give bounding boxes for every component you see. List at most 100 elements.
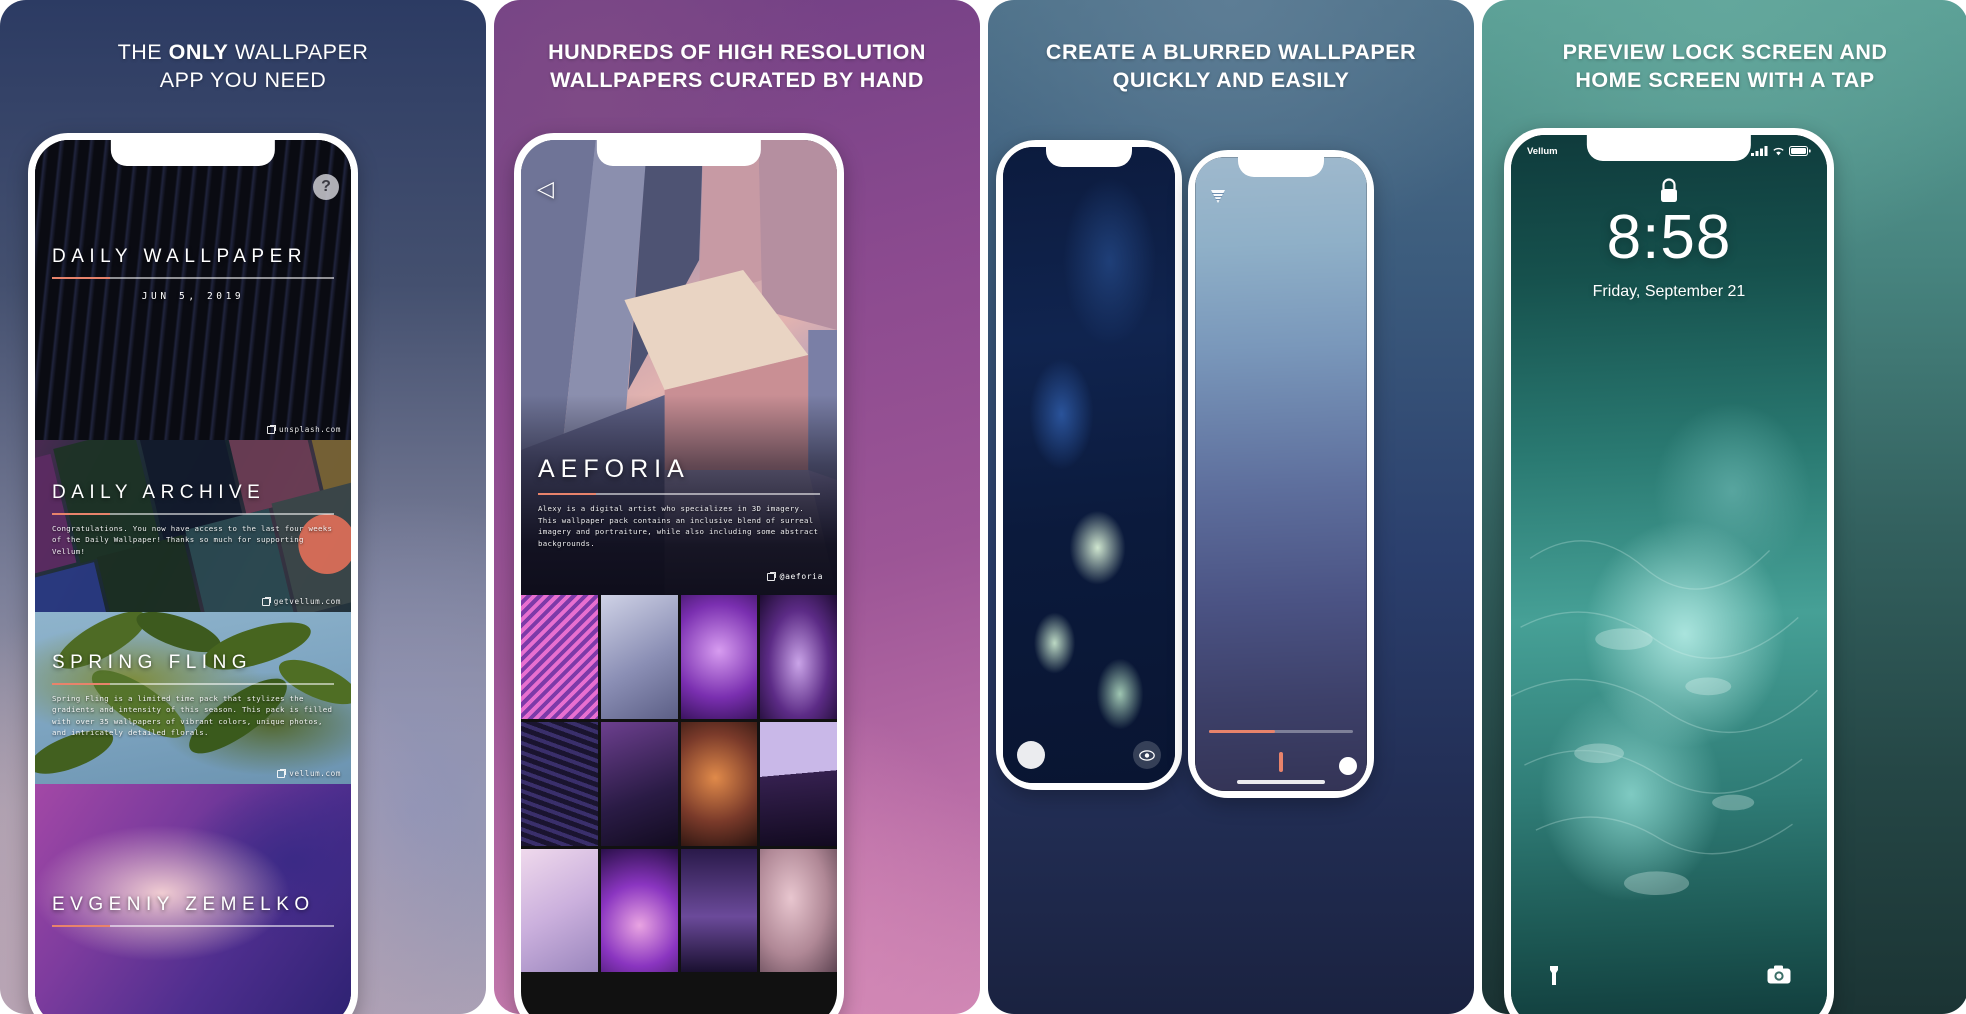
- spring-fling-card-content: SPRING FLING Spring Fling is a limited t…: [52, 652, 334, 739]
- help-circle-icon[interactable]: ?: [313, 174, 339, 200]
- wallpaper-thumb[interactable]: [760, 848, 837, 973]
- external-link-icon: [766, 571, 776, 581]
- lock-screen-date: Friday, September 21: [1592, 283, 1746, 300]
- blur-handle-glyph: [1279, 752, 1283, 772]
- headline-line2: HOME SCREEN WITH A TAP: [1575, 68, 1875, 92]
- screenshot-panel-1[interactable]: THE ONLY WALLPAPER APP YOU NEED ? DAILY …: [0, 0, 486, 1014]
- wallpaper-thumb[interactable]: [521, 721, 598, 846]
- app-screen-feed[interactable]: ? DAILY WALLPAPER JUN 5, 2019 unsplash.c…: [35, 140, 351, 1014]
- wallpaper-preview-original[interactable]: [1003, 147, 1175, 783]
- wallpaper-thumb[interactable]: [680, 848, 758, 973]
- evgeniy-zemelko-card[interactable]: EVGENIY ZEMELKO: [35, 784, 351, 1014]
- external-link-icon: [266, 424, 276, 434]
- aeforia-body: Alexy is a digital artist who specialize…: [538, 504, 819, 548]
- blur-intensity-slider[interactable]: [1209, 730, 1353, 733]
- headline-pre: THE: [117, 40, 169, 64]
- camera-glyph: [1767, 965, 1791, 984]
- flashlight-icon[interactable]: [1547, 965, 1561, 992]
- panel-3-headline: CREATE A BLURRED WALLPAPER QUICKLY AND E…: [988, 38, 1474, 94]
- daily-archive-source[interactable]: getvellum.com: [261, 596, 341, 606]
- daily-wallpaper-title: DAILY WALLPAPER: [52, 246, 307, 267]
- title-rule: [52, 277, 334, 279]
- aeforia-hero: AEFORIA Alexy is a digital artist who sp…: [521, 140, 837, 595]
- wallpaper-thumb[interactable]: [521, 848, 598, 973]
- evgeniy-card-content: EVGENIY ZEMELKO: [52, 894, 334, 927]
- battery-icon: [1789, 146, 1811, 156]
- blur-glyph: [1211, 190, 1225, 203]
- source-label: getvellum.com: [273, 597, 341, 606]
- wallpaper-thumb[interactable]: [521, 595, 598, 719]
- panel-2-headline: HUNDREDS OF HIGH RESOLUTION WALLPAPERS C…: [494, 38, 980, 94]
- evgeniy-title: EVGENIY ZEMELKO: [52, 894, 315, 915]
- screenshot-panel-2[interactable]: HUNDREDS OF HIGH RESOLUTION WALLPAPERS C…: [494, 0, 980, 1014]
- wifi-icon: [1773, 148, 1784, 156]
- source-label: unsplash.com: [278, 425, 341, 434]
- phone-mockup-3-original: [996, 140, 1182, 790]
- external-link-icon: [261, 596, 271, 606]
- headline-line2: WALLPAPERS CURATED BY HAND: [550, 68, 924, 92]
- headline-line1: HUNDREDS OF HIGH RESOLUTION: [548, 40, 926, 64]
- wallpaper-thumb[interactable]: [680, 721, 758, 846]
- app-screen-pack-detail[interactable]: ◁ AEFORIA Alexy is a digital artist who …: [521, 140, 837, 1014]
- daily-archive-card-content: DAILY ARCHIVE Congratulations. You now h…: [52, 482, 334, 557]
- spring-fling-title: SPRING FLING: [52, 652, 253, 673]
- daily-archive-title: DAILY ARCHIVE: [52, 482, 266, 503]
- daily-wallpaper-card[interactable]: DAILY WALLPAPER JUN 5, 2019 unsplash.com: [35, 140, 351, 440]
- lock-screen-time: 8:58: [1606, 203, 1732, 272]
- daily-archive-card[interactable]: DAILY ARCHIVE Congratulations. You now h…: [35, 440, 351, 612]
- wallpaper-thumb[interactable]: [600, 848, 678, 973]
- phone-mockup-3-blurred: [1188, 150, 1374, 798]
- status-bar: Vellum: [1511, 141, 1827, 161]
- screenshot-panel-3[interactable]: CREATE A BLURRED WALLPAPER QUICKLY AND E…: [988, 0, 1474, 1014]
- screenshot-panel-4[interactable]: PREVIEW LOCK SCREEN AND HOME SCREEN WITH…: [1482, 0, 1966, 1014]
- phone-notch: [110, 140, 276, 166]
- phone-mockup-1: ? DAILY WALLPAPER JUN 5, 2019 unsplash.c…: [28, 133, 358, 1014]
- phone-mockup-2: ◁ AEFORIA Alexy is a digital artist who …: [514, 133, 844, 1014]
- blur-handle-icon[interactable]: [1276, 752, 1286, 777]
- aeforia-content: AEFORIA Alexy is a digital artist who sp…: [538, 455, 820, 549]
- external-link-icon: [277, 768, 287, 778]
- screenshot-gallery: THE ONLY WALLPAPER APP YOU NEED ? DAILY …: [0, 0, 1966, 1014]
- blur-filter-icon[interactable]: [1209, 187, 1227, 210]
- headline-post: WALLPAPER: [228, 40, 369, 64]
- wallpaper-apply-button[interactable]: [1339, 757, 1357, 775]
- lock-screen-preview[interactable]: Vellum 8:58 Friday, September 21: [1511, 135, 1827, 1014]
- spring-fling-card[interactable]: SPRING FLING Spring Fling is a limited t…: [35, 612, 351, 784]
- daily-wallpaper-card-content: DAILY WALLPAPER JUN 5, 2019: [52, 246, 334, 302]
- camera-icon[interactable]: [1767, 965, 1791, 992]
- wallpaper-thumb[interactable]: [600, 595, 678, 719]
- status-bar-indicators: [1751, 146, 1811, 156]
- headline-emphasis: ONLY: [168, 40, 229, 64]
- panel-4-headline: PREVIEW LOCK SCREEN AND HOME SCREEN WITH…: [1482, 38, 1966, 94]
- title-rule: [538, 493, 820, 496]
- panel-1-headline: THE ONLY WALLPAPER APP YOU NEED: [0, 38, 486, 94]
- phone-notch: [1046, 147, 1132, 167]
- aeforia-handle[interactable]: @aeforia: [766, 571, 823, 581]
- wallpaper-thumb[interactable]: [680, 595, 758, 719]
- spring-fling-source[interactable]: vellum.com: [277, 768, 341, 778]
- wallpaper-preview-blurred[interactable]: [1195, 157, 1367, 791]
- flashlight-glyph: [1550, 966, 1558, 985]
- status-bar-carrier: Vellum: [1527, 145, 1558, 157]
- marble-wallpaper-art: [1003, 147, 1175, 783]
- wallpaper-thumbnail-grid[interactable]: [521, 595, 837, 973]
- headline-line2: APP YOU NEED: [159, 68, 327, 92]
- spring-fling-body: Spring Fling is a limited time pack that…: [52, 694, 333, 738]
- headline-line1: PREVIEW LOCK SCREEN AND: [1562, 40, 1888, 64]
- wallpaper-thumb[interactable]: [760, 595, 837, 719]
- phone-notch: [596, 140, 762, 166]
- wallpaper-thumb[interactable]: [760, 721, 837, 846]
- headline-line2: QUICKLY AND EASILY: [1112, 68, 1350, 92]
- eye-icon[interactable]: [1133, 741, 1161, 769]
- wallpaper-select-button[interactable]: [1017, 741, 1045, 769]
- wallpaper-thumb[interactable]: [600, 721, 678, 846]
- lock-glyph: [1661, 178, 1677, 202]
- daily-wallpaper-source[interactable]: unsplash.com: [266, 424, 341, 434]
- back-arrow-icon[interactable]: ◁: [537, 176, 554, 202]
- daily-wallpaper-date: JUN 5, 2019: [141, 291, 245, 302]
- signal-icon: [1751, 146, 1768, 156]
- title-rule: [52, 925, 334, 927]
- handle-label: @aeforia: [779, 572, 823, 581]
- phone-mockup-4: Vellum 8:58 Friday, September 21: [1504, 128, 1834, 1014]
- source-label: vellum.com: [289, 769, 341, 778]
